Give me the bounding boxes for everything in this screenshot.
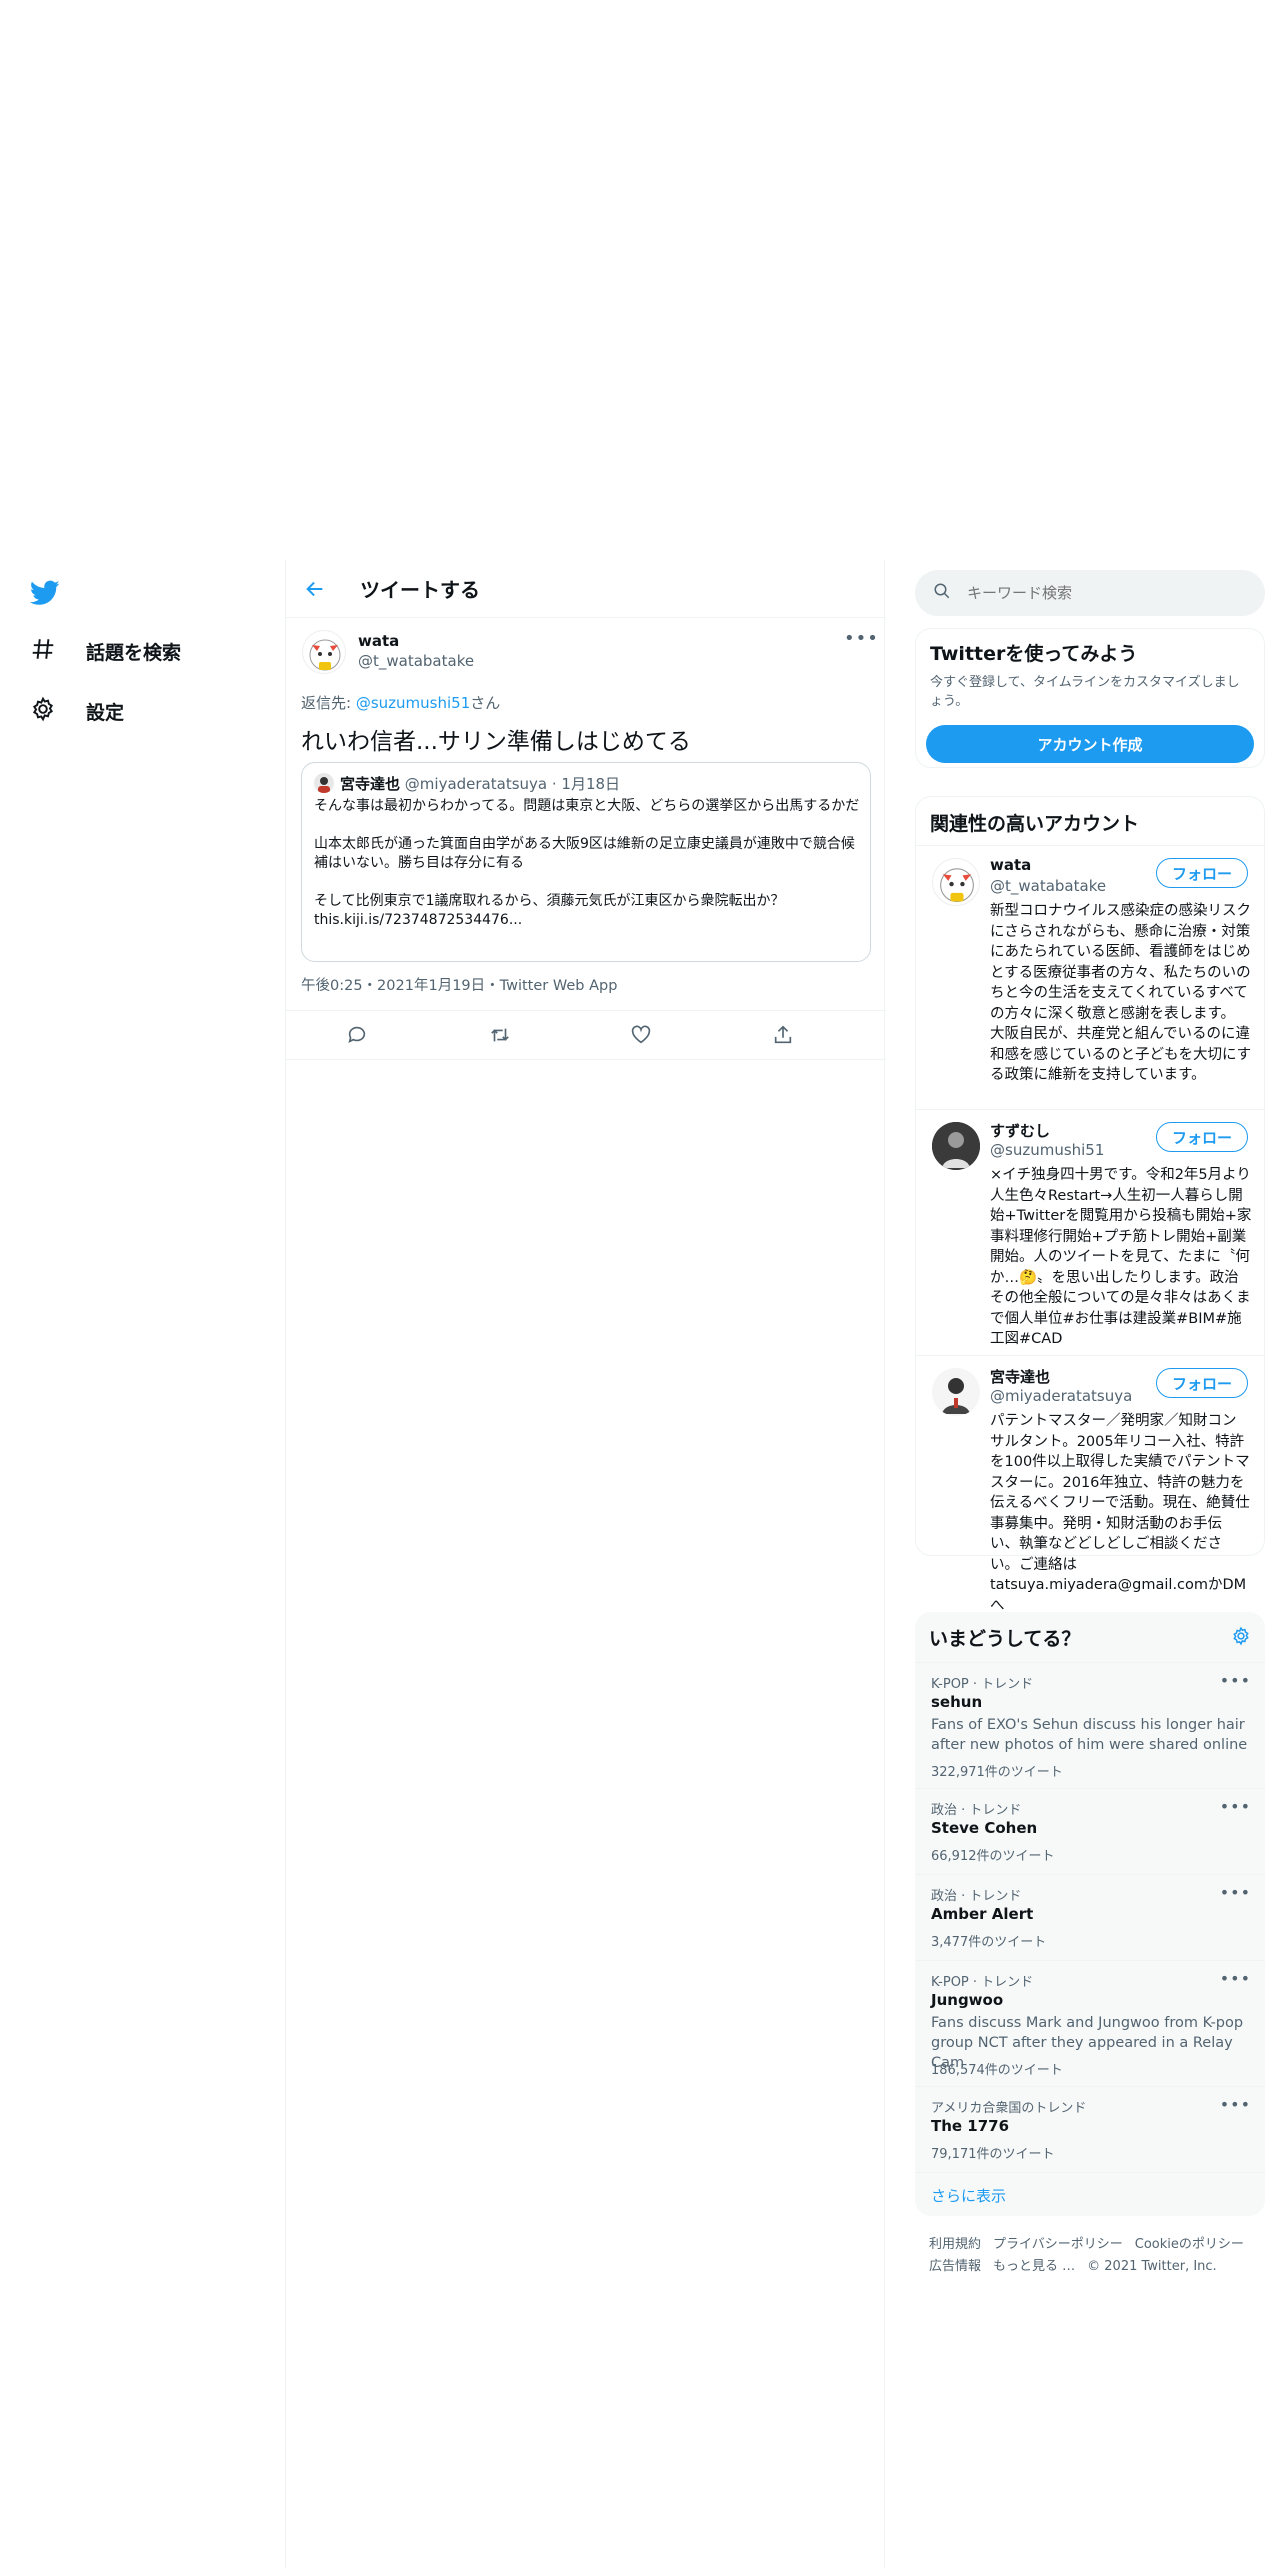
search-box[interactable] — [915, 570, 1265, 616]
quote-header: 宮寺達也 @miyaderatatsuya · 1月18日 — [340, 773, 620, 794]
trend-count: 66,912件のツイート — [931, 1849, 1055, 1864]
follow-button[interactable]: フォロー — [1156, 1368, 1248, 1398]
footer-link[interactable]: 利用規約 — [929, 2237, 981, 2252]
trend-item[interactable]: アメリカ合衆国のトレンド ••• The 1776 79,171件のツイート — [915, 2086, 1265, 2172]
reply-to-link[interactable]: @suzumushi51 — [356, 694, 470, 712]
like-icon[interactable] — [630, 1024, 654, 1048]
trend-count: 3,477件のツイート — [931, 1935, 1047, 1950]
signup-title: Twitterを使ってみよう — [930, 643, 1138, 665]
avatar[interactable] — [932, 1122, 980, 1170]
account-bio: 新型コロナウイルス感染症の感染リスクにさらされながらも、懸命に治療・対策にあたら… — [990, 903, 1252, 1083]
main-column: ツイートする wata @t_watabatake ••• 返信先: @suzu… — [285, 560, 886, 2568]
more-options-icon[interactable]: ••• — [1220, 1969, 1251, 1988]
trend-name: Amber Alert — [931, 1905, 1034, 1923]
trend-name: sehun — [931, 1693, 983, 1711]
account-name[interactable]: wata — [990, 856, 1031, 874]
trends-card: いまどうしてる？ K-POP · トレンド ••• sehun Fans of … — [915, 1612, 1265, 2216]
account-name[interactable]: すずむし — [990, 1120, 1050, 1141]
page-title: ツイートする — [360, 578, 480, 602]
quote-date: · 1月18日 — [551, 775, 621, 793]
account-handle: @suzumushi51 — [990, 1141, 1105, 1159]
nav-item-label: 話題を検索 — [86, 641, 182, 664]
more-options-icon[interactable]: ••• — [844, 628, 879, 649]
share-icon[interactable] — [772, 1024, 796, 1048]
reply-icon[interactable] — [346, 1024, 370, 1048]
trend-item[interactable]: K-POP · トレンド ••• sehun Fans of EXO's Seh… — [915, 1662, 1265, 1788]
trend-category: アメリカ合衆国のトレンド — [931, 2101, 1087, 2116]
search-input[interactable] — [967, 584, 1227, 602]
tweet-meta[interactable]: 午後0:25・2021年1月19日・Twitter Web App — [301, 974, 617, 995]
footer-link[interactable]: Cookieのポリシー — [1135, 2237, 1244, 2252]
account-handle: @miyaderatatsuya — [990, 1387, 1133, 1405]
trend-category: K-POP · トレンド — [931, 1975, 1034, 1990]
show-more-row[interactable]: さらに表示 — [915, 2172, 1265, 2216]
footer-link[interactable]: プライバシーポリシー — [993, 2237, 1123, 2252]
trend-category: K-POP · トレンド — [931, 1677, 1034, 1692]
quoted-tweet[interactable]: 宮寺達也 @miyaderatatsuya · 1月18日 そんな事は最初からわ… — [301, 762, 871, 962]
reply-suffix: さん — [470, 694, 501, 712]
follow-button[interactable]: フォロー — [1156, 1122, 1248, 1152]
nav-item-label: 設定 — [86, 701, 125, 724]
footer-link[interactable]: もっと見る … — [993, 2259, 1075, 2274]
trend-item[interactable]: 政治 · トレンド ••• Steve Cohen 66,912件のツイート — [915, 1788, 1265, 1874]
quote-avatar — [314, 773, 334, 793]
more-options-icon[interactable]: ••• — [1220, 1883, 1251, 1902]
more-options-icon[interactable]: ••• — [1220, 2095, 1251, 2114]
account-name[interactable]: 宮寺達也 — [990, 1366, 1050, 1387]
trend-count: 186,574件のツイート — [931, 2063, 1063, 2078]
nav-item-explore[interactable]: 話題を検索 — [30, 636, 181, 666]
retweet-icon[interactable] — [488, 1024, 512, 1048]
more-options-icon[interactable]: ••• — [1220, 1671, 1251, 1690]
quote-author-name: 宮寺達也 — [340, 775, 401, 793]
trend-category: 政治 · トレンド — [931, 1889, 1022, 1904]
trend-count: 322,971件のツイート — [931, 1765, 1063, 1780]
trend-name: Jungwoo — [931, 1991, 1004, 2009]
account-item[interactable]: wata @t_watabatake フォロー 新型コロナウイルス感染症の感染リ… — [916, 845, 1264, 1109]
trend-name: Steve Cohen — [931, 1819, 1038, 1837]
trend-count: 79,171件のツイート — [931, 2147, 1055, 2162]
reply-context: 返信先: @suzumushi51さん — [301, 692, 500, 713]
nav-item-settings[interactable]: 設定 — [30, 696, 124, 726]
account-bio: パテントマスター／発明家／知財コンサルタント。2005年リコー入社、特許を100… — [990, 1413, 1250, 1614]
gear-icon — [30, 696, 56, 726]
trend-desc: Fans of EXO's Sehun discuss his longer h… — [931, 1717, 1248, 1753]
trend-item[interactable]: 政治 · トレンド ••• Amber Alert 3,477件のツイート — [915, 1874, 1265, 1960]
trends-title: いまどうしてる？ — [929, 1628, 1081, 1650]
page-header: ツイートする — [286, 560, 886, 618]
follow-button[interactable]: フォロー — [1156, 858, 1248, 888]
tweet-text: れいわ信者...サリン準備しはじめてる — [301, 729, 691, 755]
show-more-link[interactable]: さらに表示 — [931, 2185, 1006, 2206]
signup-card: Twitterを使ってみよう 今すぐ登録して、タイムラインをカスタマイズしましょ… — [915, 628, 1265, 768]
related-title: 関連性の高いアカウント — [930, 813, 1140, 835]
copyright: © 2021 Twitter, Inc. — [1087, 2259, 1217, 2274]
footer: 利用規約 プライバシーポリシー Cookieのポリシー 広告情報 もっと見る … © 2… — [929, 2234, 1259, 2278]
search-icon — [933, 582, 951, 604]
back-arrow-icon[interactable] — [304, 578, 326, 604]
avatar[interactable] — [302, 630, 346, 674]
related-accounts-card: 関連性の高いアカウント wata @t_watabatake フォロー 新型コロ… — [915, 796, 1265, 1614]
trend-name: The 1776 — [931, 2117, 1010, 2135]
signup-desc: 今すぐ登録して、タイムラインをカスタマイズしましょう。 — [930, 675, 1240, 709]
account-item[interactable]: 宮寺達也 @miyaderatatsuya フォロー パテントマスター／発明家／… — [916, 1355, 1264, 1614]
tweet-actions — [286, 1010, 886, 1060]
footer-link[interactable]: 広告情報 — [929, 2259, 981, 2274]
more-options-icon[interactable]: ••• — [1220, 1797, 1251, 1816]
create-account-button[interactable]: アカウント作成 — [926, 725, 1254, 763]
gear-icon[interactable] — [1231, 1626, 1251, 1650]
twitter-logo-icon[interactable] — [29, 580, 60, 608]
avatar[interactable] — [932, 1368, 980, 1416]
trend-item[interactable]: K-POP · トレンド ••• Jungwoo Fans discuss Ma… — [915, 1960, 1265, 2086]
tweet-author-name[interactable]: wata — [358, 632, 399, 650]
trend-category: 政治 · トレンド — [931, 1803, 1022, 1818]
quote-author-handle: @miyaderatatsuya — [404, 775, 548, 793]
account-bio: ×イチ独身四十男です。令和2年5月より人生色々Restart→人生初一人暮らし開… — [990, 1167, 1252, 1347]
account-item[interactable]: すずむし @suzumushi51 フォロー ×イチ独身四十男です。令和2年5月… — [916, 1109, 1264, 1355]
reply-prefix: 返信先: — [301, 694, 352, 712]
avatar[interactable] — [932, 858, 980, 906]
quote-text: そんな事は最初からわかってる。問題は東京と大阪、どちらの選挙区から出馬するかだ … — [314, 798, 860, 928]
hash-icon — [30, 636, 56, 666]
tweet-author-handle[interactable]: @t_watabatake — [358, 652, 474, 670]
account-handle: @t_watabatake — [990, 877, 1107, 895]
